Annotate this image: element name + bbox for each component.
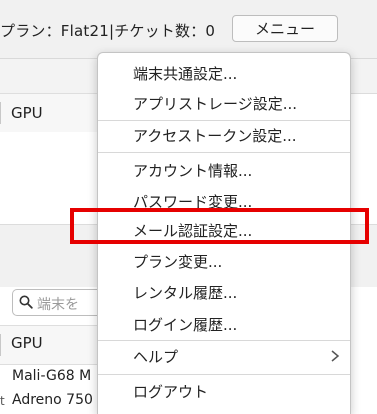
- menu-item-logout[interactable]: ログアウト: [98, 376, 350, 406]
- device-search-input[interactable]: 端末を: [12, 289, 98, 316]
- menu-item-login-history[interactable]: ログイン履歴...: [98, 309, 350, 339]
- search-icon: [19, 295, 33, 309]
- top-bar: プラン：Flat21|チケット数：0 メニュー: [0, 0, 377, 59]
- menu-item-email-auth[interactable]: メール認証設定...: [98, 215, 350, 245]
- row-marker: t: [0, 394, 5, 408]
- menu-item-change-password[interactable]: パスワード変更...: [98, 186, 350, 216]
- menu-button[interactable]: メニュー: [232, 15, 338, 42]
- column-divider: [0, 102, 1, 124]
- menu-item-account-info[interactable]: アカウント情報...: [98, 155, 350, 185]
- table-header-bottom: GPU: [0, 325, 100, 365]
- help-label: ヘルプ: [133, 347, 179, 366]
- table-row[interactable]: Adreno 750: [12, 392, 93, 408]
- menu-item-app-storage[interactable]: アプリストレージ設定...: [98, 88, 350, 118]
- search-placeholder: 端末を: [37, 297, 79, 313]
- table-row[interactable]: Mali-G68 M: [12, 368, 91, 384]
- gpu-column-header[interactable]: GPU: [11, 334, 43, 352]
- menu-divider: [98, 152, 350, 153]
- plan-status-text: プラン：Flat21|チケット数：0: [0, 22, 216, 40]
- menu-item-access-token[interactable]: アクセストークン設定...: [98, 120, 350, 150]
- menu-item-device-settings[interactable]: 端末共通設定...: [98, 58, 350, 88]
- device-list-top: [0, 132, 100, 224]
- chevron-right-icon: [331, 350, 340, 362]
- gpu-column-header[interactable]: GPU: [11, 104, 43, 122]
- menu-item-help[interactable]: ヘルプ: [98, 341, 350, 371]
- menu-dropdown: 端末共通設定... アプリストレージ設定... アクセストークン設定... アカ…: [97, 52, 351, 414]
- menu-divider: [98, 374, 350, 375]
- table-header-top: GPU: [0, 93, 100, 133]
- menu-item-change-plan[interactable]: プラン変更...: [98, 246, 350, 276]
- column-divider: [0, 334, 1, 356]
- menu-item-rental-history[interactable]: レンタル履歴...: [98, 277, 350, 307]
